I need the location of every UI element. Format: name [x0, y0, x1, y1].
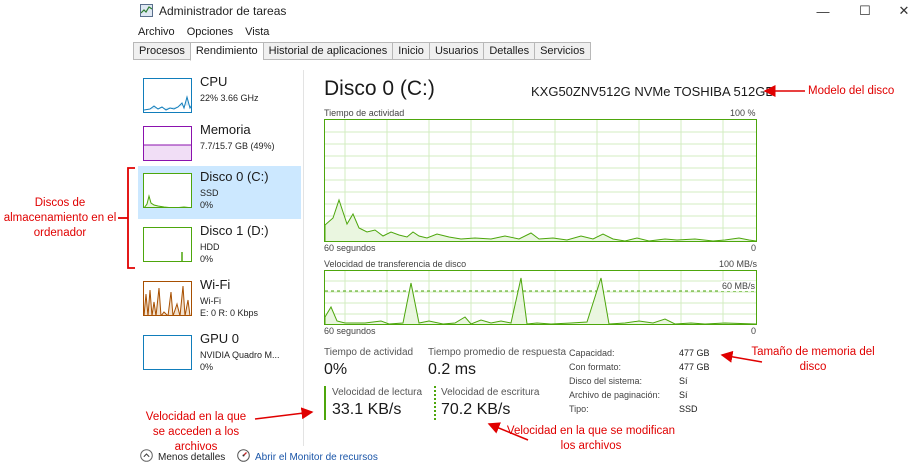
menu-archivo[interactable]: Archivo	[138, 26, 175, 42]
property-value: Sí	[679, 390, 688, 400]
sidebar-item-disco-0[interactable]: Disco 0 (C:) SSD 0%	[138, 166, 301, 219]
activity-graph-label: Tiempo de actividad	[324, 108, 405, 118]
activity-graph-min: 0	[751, 243, 757, 253]
activity-graph	[324, 119, 757, 242]
memory-thumbnail-graph	[143, 126, 192, 161]
activity-stat-value: 0%	[324, 361, 348, 378]
write-speed-marker	[434, 386, 436, 420]
read-speed-label: Velocidad de lectura	[332, 387, 423, 398]
sidebar-item-wifi[interactable]: Wi-Fi Wi-Fi E: 0 R: 0 Kbps	[138, 274, 301, 327]
tab-inicio[interactable]: Inicio	[392, 42, 429, 60]
sidebar-item-disco-1[interactable]: Disco 1 (D:) HDD 0%	[138, 220, 301, 273]
tab-usuarios[interactable]: Usuarios	[428, 42, 484, 60]
page-title: Disco 0 (C:)	[324, 77, 435, 100]
disk0-thumbnail-graph	[143, 173, 192, 208]
sidebar-item-title: CPU	[200, 74, 228, 89]
title-bar: Administrador de tareas — ☐ ✕	[0, 0, 921, 22]
annotation-storage: Discos de almacenamiento en el ordenador	[3, 197, 117, 239]
sidebar-item-title: Wi-Fi	[200, 277, 231, 292]
read-speed-value: 33.1 KB/s	[332, 401, 402, 418]
sidebar-item-usage: 0%	[200, 362, 214, 372]
property-value: 477 GB	[679, 348, 710, 358]
menu-bar: Archivo Opciones Vista	[138, 26, 269, 42]
disk1-thumbnail-graph	[143, 227, 192, 262]
transfer-graph-time: 60 segundos	[324, 326, 376, 336]
sidebar-divider	[303, 70, 304, 446]
transfer-graph-mid: 60 MB/s	[721, 281, 757, 291]
sidebar-item-usage: 0%	[200, 200, 214, 210]
sidebar-item-type: HDD	[200, 242, 220, 252]
annotation-read: Velocidad en la que se acceden a los arc…	[145, 411, 247, 453]
property-value: SSD	[679, 404, 698, 414]
annotation-model: Modelo del disco	[808, 85, 895, 97]
response-stat-value: 0.2 ms	[428, 361, 477, 378]
sidebar-item-gpu-0[interactable]: GPU 0 NVIDIA Quadro M... 0%	[138, 328, 301, 381]
resource-monitor-label: Abrir el Monitor de recursos	[255, 451, 378, 463]
annotation-size: Tamaño de memoria del disco	[751, 346, 875, 373]
sidebar-item-cpu[interactable]: CPU 22% 3.66 GHz	[138, 71, 301, 124]
property-label: Con formato:	[569, 362, 622, 372]
maximize-button[interactable]: ☐	[848, 0, 882, 22]
sidebar-item-subtitle: NVIDIA Quadro M...	[200, 350, 280, 360]
response-stat-label: Tiempo promedio de respuesta	[428, 347, 567, 358]
wifi-thumbnail-graph	[143, 281, 192, 316]
transfer-graph-min: 0	[751, 326, 757, 336]
write-speed-label: Velocidad de escritura	[441, 387, 540, 398]
sidebar-item-memoria[interactable]: Memoria 7.7/15.7 GB (49%)	[138, 119, 301, 172]
tab-servicios[interactable]: Servicios	[534, 42, 591, 60]
property-label: Archivo de paginación:	[569, 390, 661, 400]
resource-monitor-link[interactable]: Abrir el Monitor de recursos	[237, 449, 378, 465]
sidebar-item-title: Disco 1 (D:)	[200, 223, 269, 238]
disk-model: KXG50ZNV512G NVMe TOSHIBA 512GB	[531, 84, 775, 99]
sidebar-item-title: Memoria	[200, 122, 251, 137]
property-value: 477 GB	[679, 362, 710, 372]
tab-detalles[interactable]: Detalles	[483, 42, 535, 60]
menu-vista[interactable]: Vista	[245, 26, 269, 42]
activity-stat-label: Tiempo de actividad	[324, 347, 414, 358]
transfer-graph-max: 100 MB/s	[719, 259, 758, 269]
cpu-thumbnail-graph	[143, 78, 192, 113]
menu-opciones[interactable]: Opciones	[187, 26, 233, 42]
sidebar-item-subtitle: Wi-Fi	[200, 296, 221, 306]
property-label: Tipo:	[569, 404, 589, 414]
annotation-write: Velocidad en la que se modifican los arc…	[506, 425, 676, 452]
sidebar-item-title: GPU 0	[200, 331, 240, 346]
transfer-graph	[324, 270, 757, 325]
property-label: Disco del sistema:	[569, 376, 643, 386]
write-speed-value: 70.2 KB/s	[441, 401, 511, 418]
property-value: Sí	[679, 376, 688, 386]
window-title: Administrador de tareas	[159, 4, 287, 18]
sidebar-item-usage: 0%	[200, 254, 214, 264]
transfer-graph-label: Velocidad de transferencia de disco	[324, 259, 467, 269]
close-button[interactable]: ✕	[887, 0, 921, 22]
tab-historial[interactable]: Historial de aplicaciones	[262, 42, 393, 60]
tab-procesos[interactable]: Procesos	[133, 42, 190, 60]
tab-rendimiento[interactable]: Rendimiento	[189, 42, 263, 61]
minimize-button[interactable]: —	[806, 0, 840, 22]
gpu-thumbnail-graph	[143, 335, 192, 370]
property-label: Capacidad:	[569, 348, 615, 358]
sidebar-item-type: SSD	[200, 188, 219, 198]
read-speed-marker	[324, 386, 326, 420]
sidebar-item-title: Disco 0 (C:)	[200, 169, 269, 184]
activity-graph-time: 60 segundos	[324, 243, 376, 253]
tab-strip: Procesos Rendimiento Historial de aplica…	[133, 42, 591, 61]
sidebar-item-subtitle: 7.7/15.7 GB (49%)	[200, 141, 275, 151]
sidebar-item-subtitle: 22% 3.66 GHz	[200, 93, 259, 103]
task-manager-icon	[140, 4, 153, 17]
sidebar-item-throughput: E: 0 R: 0 Kbps	[200, 308, 259, 318]
activity-graph-max: 100 %	[730, 108, 756, 118]
